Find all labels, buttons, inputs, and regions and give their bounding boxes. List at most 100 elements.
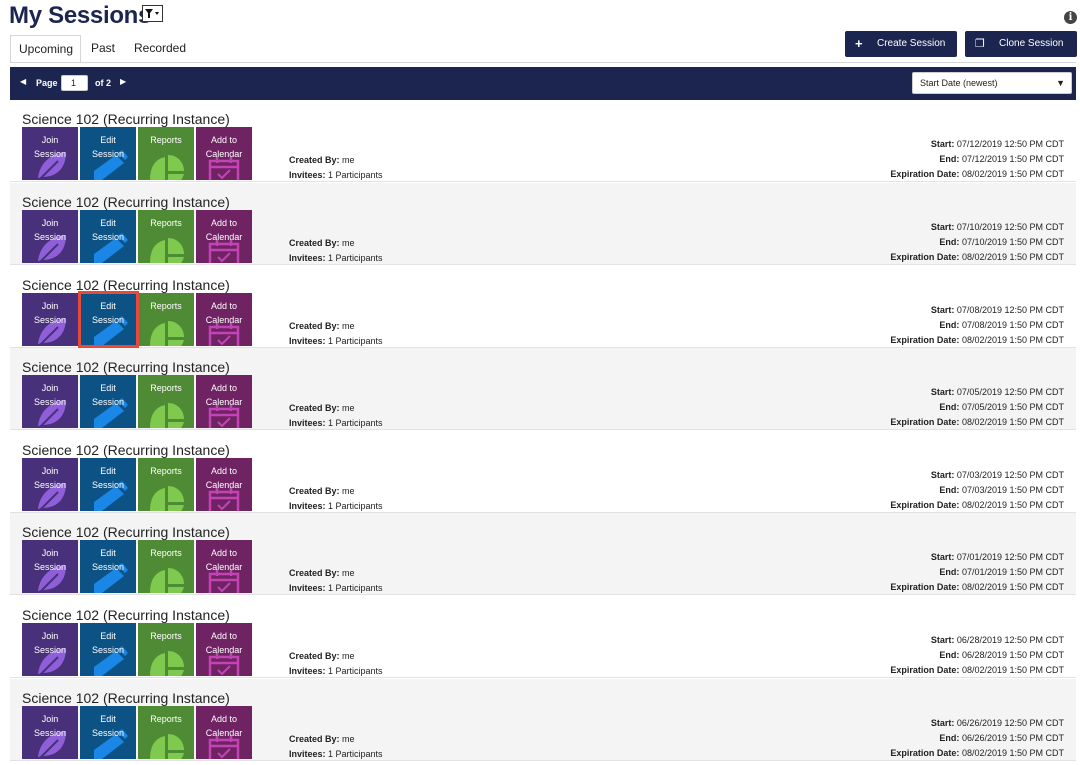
edit-session-button[interactable]: Edit Session (80, 540, 136, 593)
edit-session-label: Edit Session (91, 383, 125, 407)
reports-label: Reports (150, 631, 182, 641)
edit-session-button[interactable]: Edit Session (80, 127, 136, 180)
expiration-date: Expiration Date: 08/02/2019 1:50 PM CDT (890, 335, 1064, 345)
created-by: Created By: me (289, 403, 355, 413)
session-meta: Created By: me Invitees: 1 Participants (289, 732, 383, 762)
session-title: Science 102 (Recurring Instance) (22, 111, 230, 127)
invitees: Invitees: 1 Participants (289, 749, 383, 759)
reports-label: Reports (150, 135, 182, 145)
session-row: Science 102 (Recurring Instance) Join Ses… (10, 348, 1076, 430)
expiration-date: Expiration Date: 08/02/2019 1:50 PM CDT (890, 169, 1064, 179)
tab-upcoming[interactable]: Upcoming (10, 35, 81, 63)
join-session-button[interactable]: Join Session (22, 293, 78, 346)
filter-button[interactable] (142, 5, 163, 22)
tab-recorded[interactable]: Recorded (126, 35, 194, 63)
session-meta: Created By: me Invitees: 1 Participants (289, 319, 383, 349)
end-date: End: 06/26/2019 1:50 PM CDT (939, 733, 1064, 743)
reports-button[interactable]: Reports (138, 293, 194, 346)
page-label: Page (36, 78, 58, 88)
edit-session-label: Edit Session (91, 714, 125, 738)
add-to-calendar-button[interactable]: Add to Calendar (196, 375, 252, 428)
invitees: Invitees: 1 Participants (289, 583, 383, 593)
next-page-icon[interactable]: ▶ (120, 77, 126, 86)
clone-session-button[interactable]: ❐ Clone Session (965, 31, 1077, 57)
session-dates: Start: 07/05/2019 12:50 PM CDT End: 07/0… (890, 385, 1064, 430)
tab-past[interactable]: Past (83, 35, 123, 63)
invitees: Invitees: 1 Participants (289, 418, 383, 428)
expiration-date: Expiration Date: 08/02/2019 1:50 PM CDT (890, 582, 1064, 592)
join-session-label: Join Session (33, 714, 67, 738)
edit-session-button[interactable]: Edit Session (80, 458, 136, 511)
join-session-label: Join Session (33, 383, 67, 407)
join-session-button[interactable]: Join Session (22, 210, 78, 263)
info-icon[interactable]: i (1064, 11, 1077, 24)
join-session-label: Join Session (33, 218, 67, 242)
invitees: Invitees: 1 Participants (289, 253, 383, 263)
add-to-calendar-button[interactable]: Add to Calendar (196, 706, 252, 759)
end-date: End: 07/12/2019 1:50 PM CDT (939, 154, 1064, 164)
end-date: End: 07/03/2019 1:50 PM CDT (939, 485, 1064, 495)
join-session-button[interactable]: Join Session (22, 458, 78, 511)
end-date: End: 07/08/2019 1:50 PM CDT (939, 320, 1064, 330)
edit-session-label: Edit Session (91, 631, 125, 655)
edit-session-label: Edit Session (91, 548, 125, 572)
invitees: Invitees: 1 Participants (289, 336, 383, 346)
session-meta: Created By: me Invitees: 1 Participants (289, 649, 383, 679)
created-by: Created By: me (289, 568, 355, 578)
session-dates: Start: 06/28/2019 12:50 PM CDT End: 06/2… (890, 633, 1064, 678)
sort-select[interactable]: Start Date (newest) ▼ (912, 72, 1072, 94)
reports-button[interactable]: Reports (138, 706, 194, 759)
reports-button[interactable]: Reports (138, 623, 194, 676)
end-date: End: 07/10/2019 1:50 PM CDT (939, 237, 1064, 247)
end-date: End: 06/28/2019 1:50 PM CDT (939, 650, 1064, 660)
page-number-input[interactable] (61, 75, 88, 91)
edit-session-button[interactable]: Edit Session (80, 706, 136, 759)
join-session-button[interactable]: Join Session (22, 706, 78, 759)
session-title: Science 102 (Recurring Instance) (22, 359, 230, 375)
add-to-calendar-label: Add to Calendar (205, 301, 243, 325)
reports-button[interactable]: Reports (138, 375, 194, 428)
session-row: Science 102 (Recurring Instance) Join Ses… (10, 513, 1076, 595)
join-session-button[interactable]: Join Session (22, 540, 78, 593)
created-by: Created By: me (289, 651, 355, 661)
add-to-calendar-button[interactable]: Add to Calendar (196, 293, 252, 346)
edit-session-button[interactable]: Edit Session (80, 210, 136, 263)
reports-button[interactable]: Reports (138, 458, 194, 511)
create-session-button[interactable]: + Create Session (845, 31, 957, 57)
session-title: Science 102 (Recurring Instance) (22, 524, 230, 540)
plus-icon: + (855, 36, 863, 51)
reports-button[interactable]: Reports (138, 127, 194, 180)
session-row: Science 102 (Recurring Instance) Join Ses… (10, 266, 1076, 348)
add-to-calendar-button[interactable]: Add to Calendar (196, 540, 252, 593)
reports-label: Reports (150, 383, 182, 393)
edit-session-button[interactable]: Edit Session (80, 375, 136, 428)
session-row: Science 102 (Recurring Instance) Join Ses… (10, 100, 1076, 182)
session-meta: Created By: me Invitees: 1 Participants (289, 401, 383, 431)
add-to-calendar-button[interactable]: Add to Calendar (196, 458, 252, 511)
join-session-button[interactable]: Join Session (22, 127, 78, 180)
clone-session-label: Clone Session (999, 38, 1064, 49)
reports-button[interactable]: Reports (138, 540, 194, 593)
reports-label: Reports (150, 301, 182, 311)
add-to-calendar-button[interactable]: Add to Calendar (196, 210, 252, 263)
session-row: Science 102 (Recurring Instance) Join Ses… (10, 183, 1076, 265)
session-row: Science 102 (Recurring Instance) Join Ses… (10, 679, 1076, 761)
add-to-calendar-label: Add to Calendar (205, 466, 243, 490)
add-to-calendar-button[interactable]: Add to Calendar (196, 623, 252, 676)
invitees: Invitees: 1 Participants (289, 666, 383, 676)
add-to-calendar-label: Add to Calendar (205, 548, 243, 572)
session-row: Science 102 (Recurring Instance) Join Ses… (10, 596, 1076, 678)
join-session-button[interactable]: Join Session (22, 375, 78, 428)
prev-page-icon[interactable]: ◀ (20, 77, 26, 86)
session-row: Science 102 (Recurring Instance) Join Ses… (10, 431, 1076, 513)
join-session-label: Join Session (33, 466, 67, 490)
reports-button[interactable]: Reports (138, 210, 194, 263)
edit-session-button[interactable]: Edit Session (80, 623, 136, 676)
add-to-calendar-label: Add to Calendar (205, 135, 243, 159)
created-by: Created By: me (289, 321, 355, 331)
join-session-button[interactable]: Join Session (22, 623, 78, 676)
session-dates: Start: 07/03/2019 12:50 PM CDT End: 07/0… (890, 468, 1064, 513)
created-by: Created By: me (289, 238, 355, 248)
add-to-calendar-button[interactable]: Add to Calendar (196, 127, 252, 180)
session-dates: Start: 06/26/2019 12:50 PM CDT End: 06/2… (890, 716, 1064, 761)
